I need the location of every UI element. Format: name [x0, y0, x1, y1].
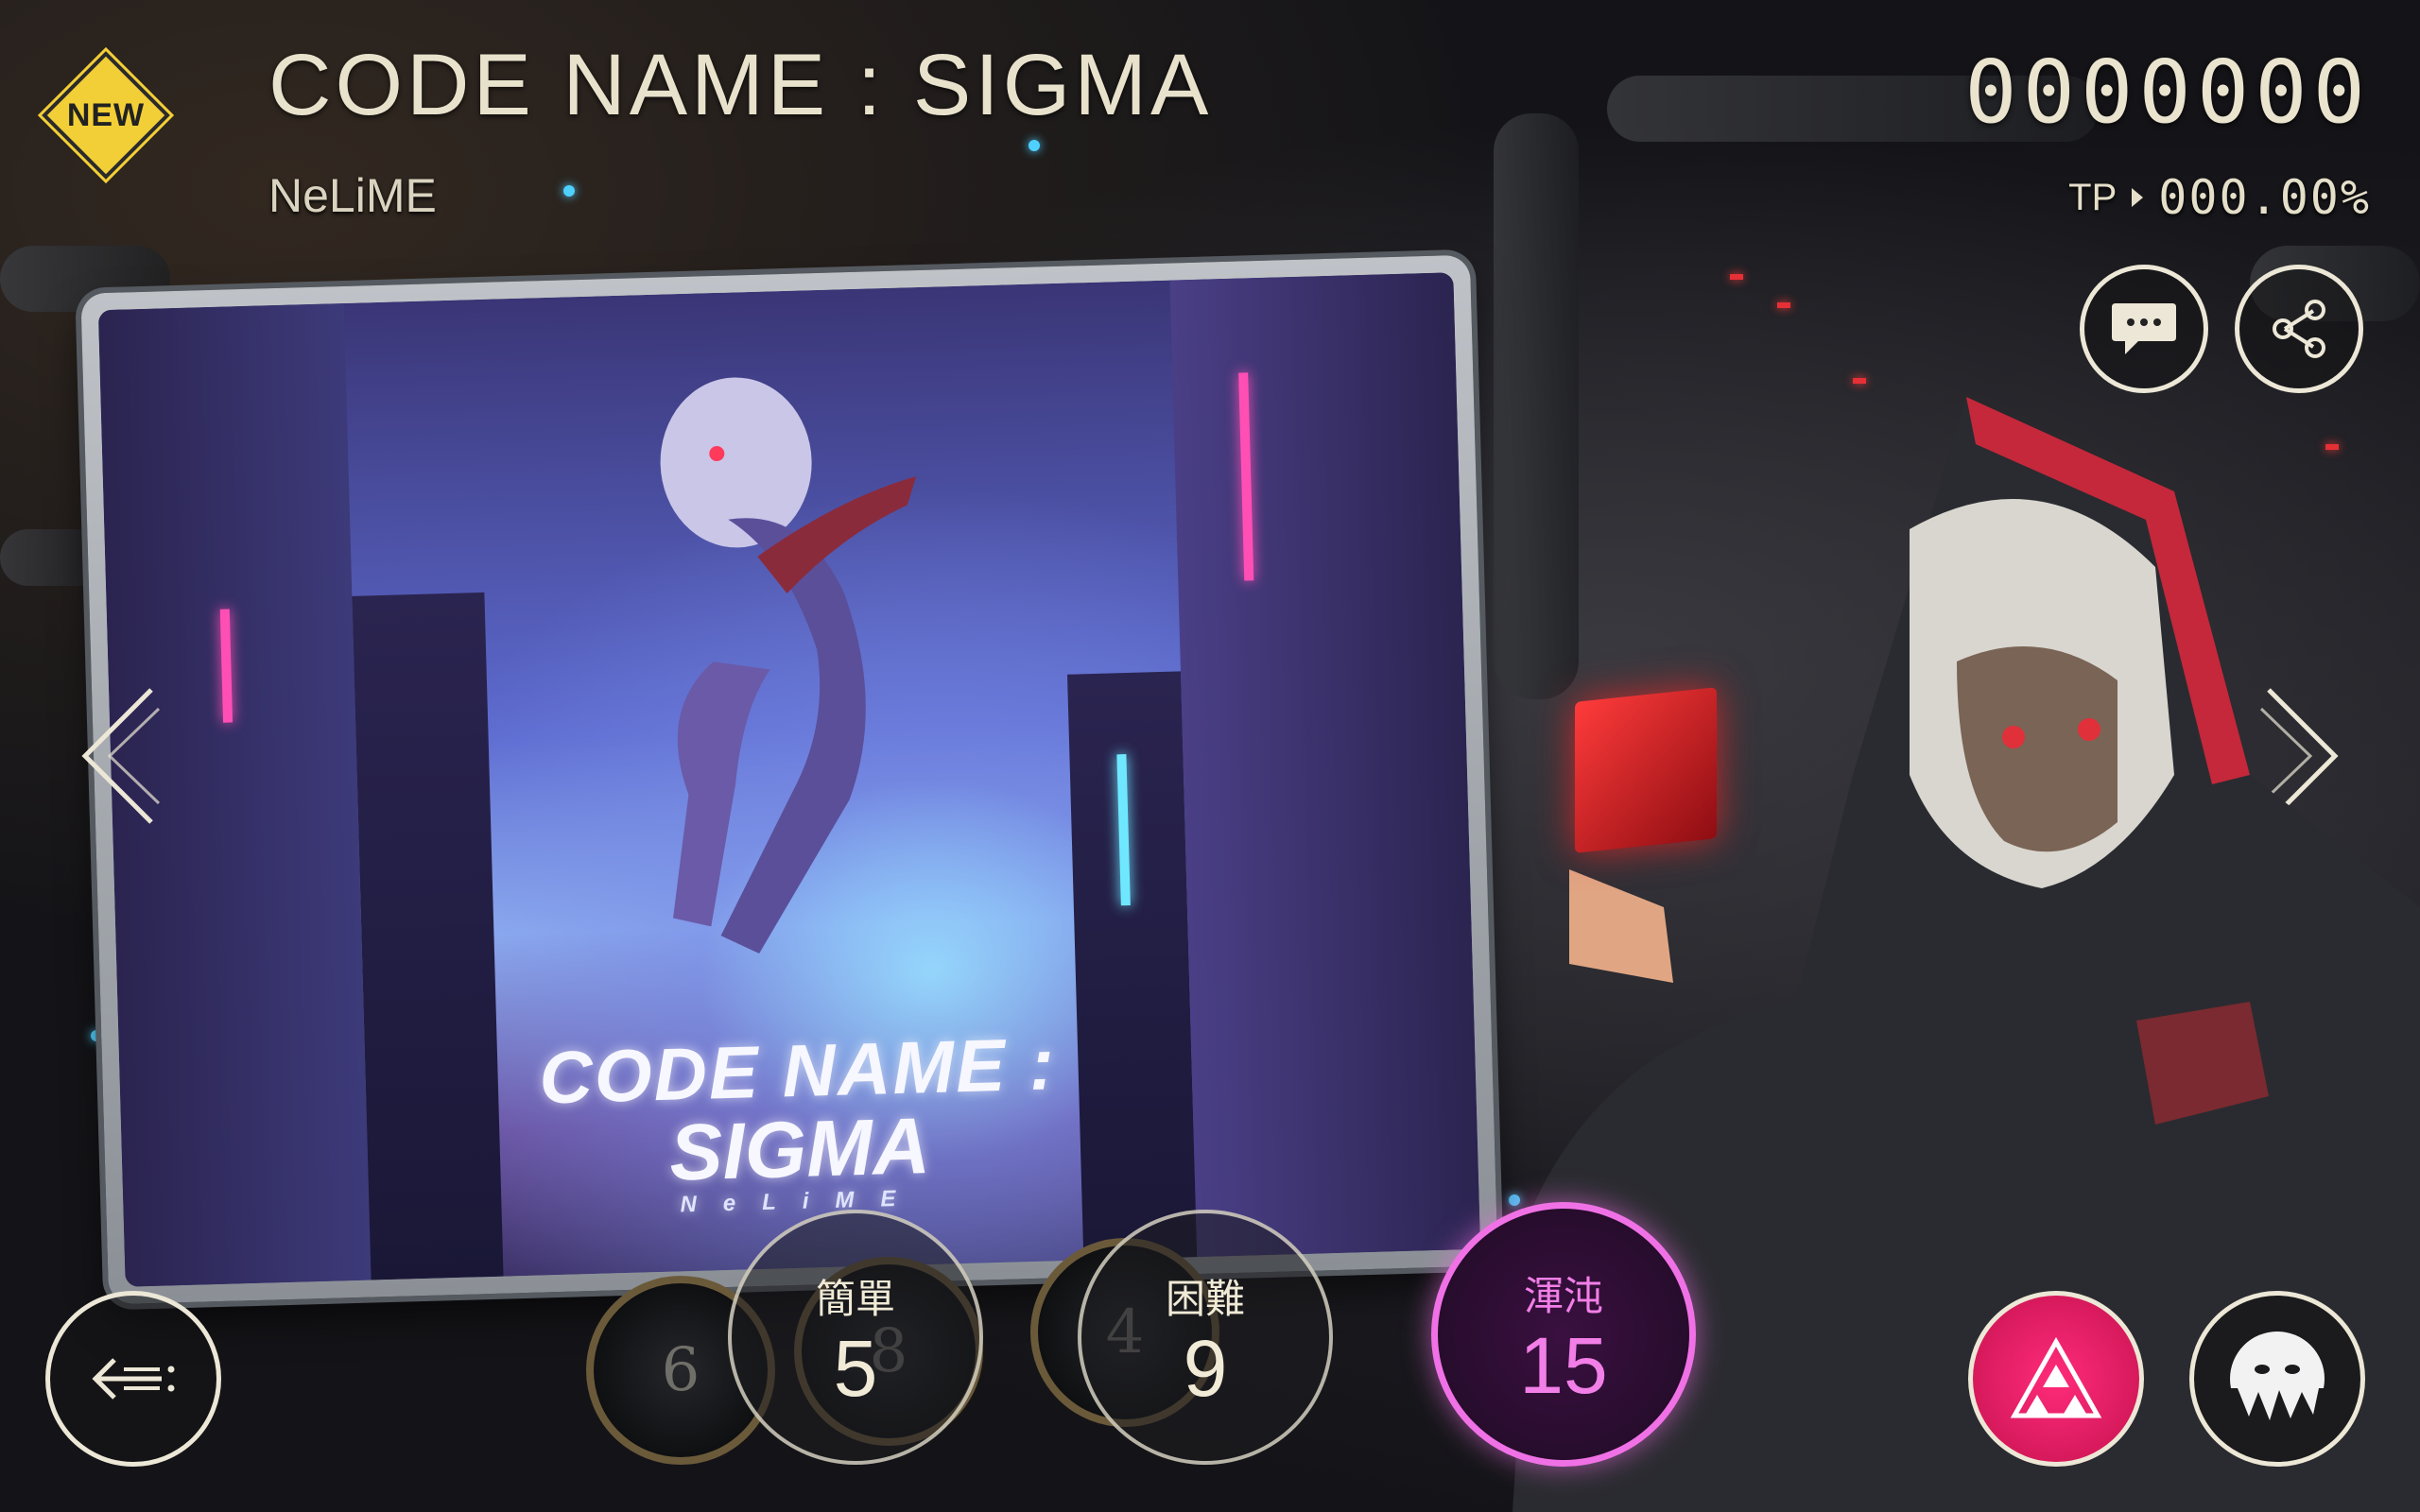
character-avatar-icon	[2230, 1332, 2325, 1426]
difficulty-level: 5	[833, 1323, 878, 1413]
share-icon	[2273, 300, 2325, 358]
difficulty-name: 困難	[1165, 1275, 1245, 1322]
back-button[interactable]	[45, 1291, 221, 1467]
tp-label: TP	[2068, 176, 2118, 218]
mode-button[interactable]	[1968, 1291, 2144, 1467]
difficulty-chaos[interactable]: 渾沌 15	[1431, 1202, 1696, 1467]
share-button[interactable]	[2235, 265, 2363, 393]
chevron-left-icon[interactable]	[76, 680, 161, 832]
song-cover-art: CODE NAME : SIGMA NeLiME	[97, 272, 1481, 1287]
song-cover-frame[interactable]: CODE NAME : SIGMA NeLiME	[80, 254, 1498, 1305]
difficulty-level: 15	[1519, 1320, 1608, 1410]
chat-bubble-icon	[2112, 303, 2176, 354]
song-artist: NeLiME	[268, 169, 437, 222]
character-button[interactable]	[2189, 1291, 2365, 1467]
cover-character-illustration	[660, 377, 917, 954]
tp-row: TP 000.00%	[2068, 170, 2371, 225]
triangle-mode-icon	[2010, 1336, 2102, 1418]
tp-value: 000.00%	[2158, 170, 2371, 225]
new-badge-label: NEW	[66, 96, 146, 133]
comment-button[interactable]	[2080, 265, 2208, 393]
back-arrow-icon	[92, 1358, 175, 1400]
difficulty-easy[interactable]: 簡單 5	[728, 1210, 983, 1465]
difficulty-name: 簡單	[815, 1275, 895, 1322]
tp-arrow-icon	[2132, 188, 2144, 207]
difficulty-name: 渾沌	[1523, 1272, 1603, 1319]
score-display: 0000000	[1964, 42, 2371, 143]
song-title: CODE NAME : SIGMA	[268, 37, 1213, 133]
difficulty-level: 9	[1183, 1323, 1228, 1413]
red-cube	[1575, 687, 1717, 853]
difficulty-hard[interactable]: 困難 9	[1078, 1210, 1333, 1465]
